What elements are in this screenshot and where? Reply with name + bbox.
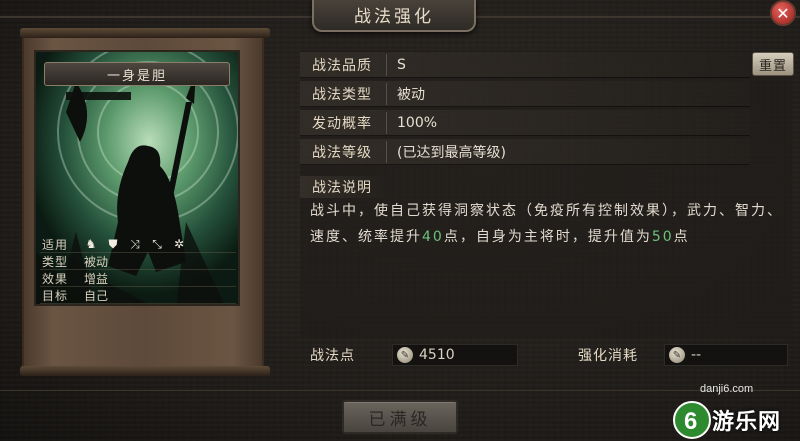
skill-card: 一身是胆 适用 ♞ ⛊ ⤨ ⤡ ✲ 类型 被动 效果 增益 目标 自己 (34, 50, 240, 306)
stat-label: 战法等级 (312, 144, 372, 161)
description-title: 战法说明 (300, 176, 390, 198)
attr-row-effect: 效果 增益 (40, 270, 236, 287)
stat-value: 被动 (397, 86, 425, 103)
description-part: 点 (673, 229, 690, 245)
skill-attributes-table: 适用 ♞ ⛊ ⤨ ⤡ ✲ 类型 被动 效果 增益 目标 自己 (40, 236, 236, 304)
spear-icon: ⤡ (152, 236, 162, 251)
stat-label: 发动概率 (312, 115, 372, 132)
shield-icon: ⛊ (108, 236, 118, 251)
skill-points-box: ✎ 4510 (392, 344, 518, 366)
description-text: 战斗中，使自己获得洞察状态（免疫所有控制效果），武力、智力、速度、统率提升40点… (310, 198, 784, 250)
skill-points-bar: 战法点 ✎ 4510 (300, 344, 518, 366)
watermark-site: danji6.com (700, 383, 754, 395)
wheel-icon: ✲ (173, 237, 185, 251)
feather-coin-icon: ✎ (669, 347, 685, 363)
window-title: 战法强化 (312, 0, 476, 32)
reset-button[interactable]: 重置 (752, 52, 794, 76)
stat-row-type: 战法类型 被动 (300, 81, 750, 107)
skill-points-value: 4510 (419, 347, 455, 363)
stat-label: 战法品质 (312, 57, 372, 74)
stat-value: (已达到最高等级) (397, 144, 506, 161)
description-part: 点，自身为主将时，提升值为 (443, 229, 652, 245)
description-highlight-value: 40 (422, 229, 444, 245)
attr-value: 被动 (84, 254, 109, 269)
stat-value: S (397, 56, 406, 73)
skill-name: 一身是胆 (44, 62, 230, 86)
upgrade-cost-value: -- (691, 347, 702, 363)
scroll-rod-top (20, 28, 270, 38)
close-button[interactable]: ✕ (770, 0, 796, 26)
description-highlight-value: 50 (651, 229, 674, 245)
archer-icon: ⤨ (130, 236, 140, 251)
attr-key: 目标 (42, 288, 69, 303)
stat-row-probability: 发动概率 100% (300, 110, 750, 136)
attr-row-target: 目标 自己 (40, 287, 236, 304)
feather-coin-icon: ✎ (397, 347, 413, 363)
skill-points-label: 战法点 (310, 348, 355, 364)
stat-row-quality: 战法品质 S (300, 52, 750, 78)
svg-text:6: 6 (684, 408, 697, 435)
upgrade-cost-box: ✎ -- (664, 344, 788, 366)
unit-type-icons: ♞ ⛊ ⤨ ⤡ ✲ (80, 236, 236, 252)
attr-key: 适用 (42, 237, 69, 252)
upgrade-cost-bar: 强化消耗 ✎ -- (560, 344, 788, 366)
scroll-rod-bottom (20, 366, 270, 376)
stat-row-level: 战法等级 (已达到最高等级) (300, 139, 750, 165)
watermark-name: 游乐网 (712, 410, 782, 435)
attr-key: 效果 (42, 271, 69, 286)
max-level-button[interactable]: 已满级 (342, 400, 458, 434)
stat-value: 100% (397, 114, 438, 131)
stat-label: 战法类型 (312, 86, 372, 103)
attr-row-applicable: 适用 ♞ ⛊ ⤨ ⤡ ✲ (40, 236, 236, 253)
cavalry-icon: ♞ (85, 237, 97, 251)
attr-value: 增益 (84, 271, 109, 286)
upgrade-cost-label: 强化消耗 (578, 348, 638, 364)
attr-row-type: 类型 被动 (40, 253, 236, 270)
attr-value: 自己 (84, 288, 109, 303)
attr-key: 类型 (42, 254, 69, 269)
